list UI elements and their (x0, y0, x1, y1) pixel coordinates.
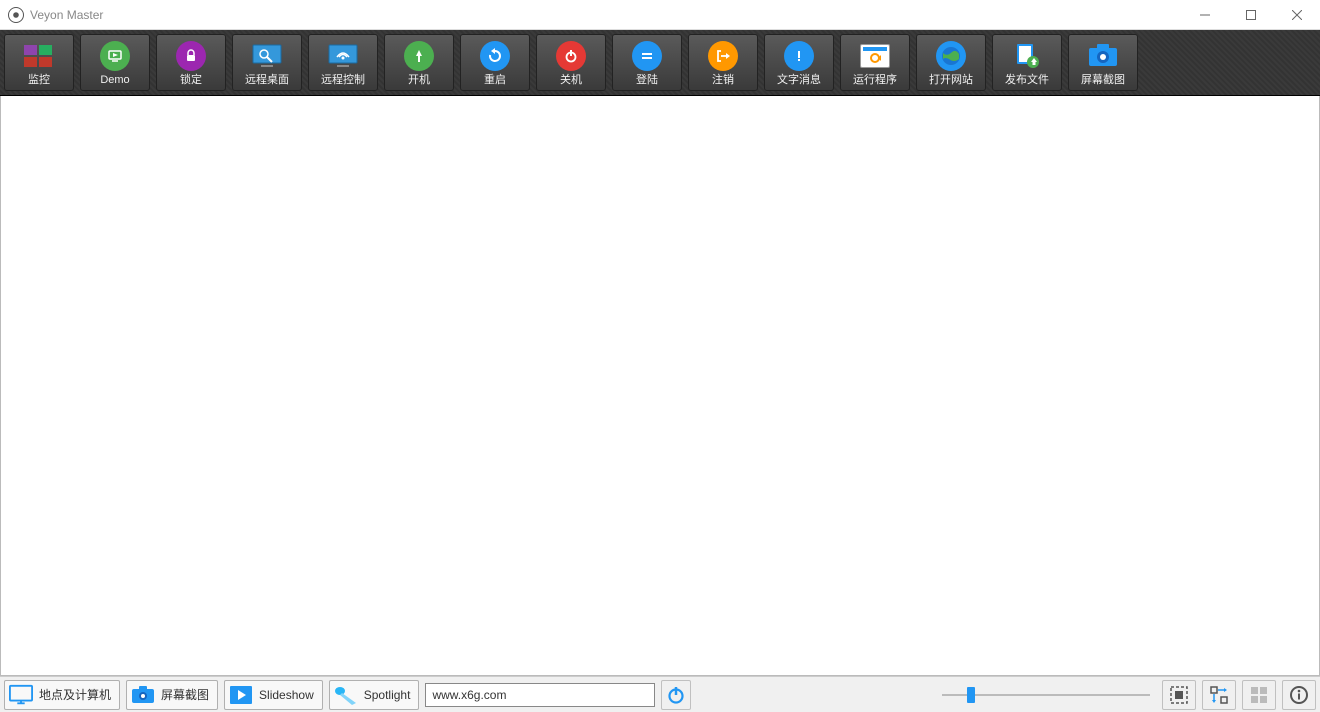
arrange-icon (1209, 685, 1229, 705)
close-button[interactable] (1274, 0, 1320, 30)
zoom-slider[interactable] (936, 680, 1156, 710)
spotlight-icon (334, 685, 358, 705)
slider-thumb[interactable] (967, 687, 975, 703)
app-icon (8, 7, 24, 23)
send-file-button[interactable]: 发布文件 (992, 34, 1062, 91)
monitoring-icon (23, 40, 55, 72)
power-on-label: 开机 (408, 74, 430, 87)
reboot-button[interactable]: 重启 (460, 34, 530, 91)
window-title: Veyon Master (30, 8, 103, 22)
arrangement-button[interactable] (1202, 680, 1236, 710)
auto-fit-button[interactable] (1162, 680, 1196, 710)
lock-icon (175, 40, 207, 72)
screenshots-panel-label: 屏幕截图 (161, 686, 209, 703)
remote-view-label: 远程桌面 (245, 74, 289, 87)
text-message-label: 文字消息 (777, 74, 821, 87)
play-icon (229, 685, 253, 705)
logout-button[interactable]: 注销 (688, 34, 758, 91)
minimize-button[interactable] (1182, 0, 1228, 30)
lock-label: 锁定 (180, 74, 202, 87)
camera-icon (1087, 40, 1119, 72)
globe-icon (935, 40, 967, 72)
remote-view-icon (251, 40, 283, 72)
about-button[interactable] (1282, 680, 1316, 710)
login-icon (631, 40, 663, 72)
power-off-button[interactable]: 关机 (536, 34, 606, 91)
maximize-button[interactable] (1228, 0, 1274, 30)
monitor-icon (9, 685, 33, 705)
power-off-label: 关机 (560, 74, 582, 87)
run-program-button[interactable]: 运行程序 (840, 34, 910, 91)
demo-label: Demo (100, 74, 129, 87)
send-file-label: 发布文件 (1005, 74, 1049, 87)
screenshots-panel-button[interactable]: 屏幕截图 (126, 680, 218, 710)
remote-control-label: 远程控制 (321, 74, 365, 87)
computer-view-area[interactable] (0, 96, 1320, 676)
spotlight-panel-button[interactable]: Spotlight (329, 680, 420, 710)
monitoring-label: 监控 (28, 74, 50, 87)
power-on-button[interactable]: 开机 (384, 34, 454, 91)
screenshot-button[interactable]: 屏幕截图 (1068, 34, 1138, 91)
fit-icon (1169, 685, 1189, 705)
reboot-icon (479, 40, 511, 72)
titlebar: Veyon Master (0, 0, 1320, 30)
power-on-icon (403, 40, 435, 72)
locations-panel-button[interactable]: 地点及计算机 (4, 680, 120, 710)
locations-label: 地点及计算机 (39, 686, 111, 703)
bottom-toolbar: 地点及计算机 屏幕截图 Slideshow Spotlight (0, 676, 1320, 712)
power-off-icon (555, 40, 587, 72)
remote-control-button[interactable]: 远程控制 (308, 34, 378, 91)
main-toolbar: 监控 Demo 锁定 远程桌面 (0, 30, 1320, 96)
demo-button[interactable]: Demo (80, 34, 150, 91)
logout-icon (707, 40, 739, 72)
open-website-label: 打开网站 (929, 74, 973, 87)
send-file-icon (1011, 40, 1043, 72)
run-program-icon (859, 40, 891, 72)
search-input[interactable] (425, 683, 655, 707)
remote-view-button[interactable]: 远程桌面 (232, 34, 302, 91)
slideshow-panel-button[interactable]: Slideshow (224, 680, 323, 710)
run-program-label: 运行程序 (853, 74, 897, 87)
text-message-button[interactable]: 文字消息 (764, 34, 834, 91)
align-grid-button[interactable] (1242, 680, 1276, 710)
info-icon (1289, 685, 1309, 705)
slideshow-label: Slideshow (259, 688, 314, 702)
logout-label: 注销 (712, 74, 734, 87)
login-button[interactable]: 登陆 (612, 34, 682, 91)
spotlight-label: Spotlight (364, 688, 411, 702)
lock-button[interactable]: 锁定 (156, 34, 226, 91)
remote-control-icon (327, 40, 359, 72)
power-icon (666, 685, 686, 705)
demo-icon (99, 40, 131, 72)
camera-small-icon (131, 685, 155, 705)
grid-icon (1249, 685, 1269, 705)
screenshot-label: 屏幕截图 (1081, 74, 1125, 87)
reboot-label: 重启 (484, 74, 506, 87)
filter-powered-button[interactable] (661, 680, 691, 710)
text-message-icon (783, 40, 815, 72)
monitoring-button[interactable]: 监控 (4, 34, 74, 91)
open-website-button[interactable]: 打开网站 (916, 34, 986, 91)
login-label: 登陆 (636, 74, 658, 87)
